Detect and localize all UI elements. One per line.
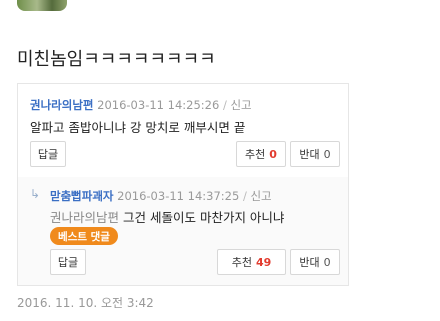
downvote-button[interactable]: 반대 0 bbox=[290, 141, 340, 167]
comment-text: 그건 세돌이도 마찬가지 아니냐 bbox=[123, 210, 285, 225]
comment-timestamp: 2016-03-11 14:25:26 bbox=[97, 98, 220, 112]
downvote-count: 0 bbox=[323, 255, 331, 269]
comment-text-line: 권나라의남편 그건 세돌이도 마찬가지 아니냐 bbox=[50, 207, 284, 226]
upvote-count: 0 bbox=[269, 147, 277, 161]
comment-text: 알파고 좀밥아니냐 강 망치로 깨부시면 끝 bbox=[30, 120, 246, 135]
downvote-button[interactable]: 반대 0 bbox=[290, 249, 340, 275]
comment-timestamp: 2016-03-11 14:37:25 bbox=[117, 189, 240, 203]
upvote-label: 추천 bbox=[245, 148, 266, 161]
comment-page: 미친놈임ㅋㅋㅋㅋㅋㅋㅋㅋ 권나라의남편 2016-03-11 14:25:26 … bbox=[0, 0, 440, 321]
comments-section: 권나라의남편 2016-03-11 14:25:26 / 신고 알파고 좀밥아니… bbox=[17, 83, 349, 286]
comment-author[interactable]: 맏춤뻡파괘자 bbox=[50, 189, 113, 203]
reply-comment: ↳ 맏춤뻡파괘자 2016-03-11 14:37:25 / 신고 권나라의남편… bbox=[18, 177, 348, 285]
post-title: 미친놈임ㅋㅋㅋㅋㅋㅋㅋㅋ bbox=[17, 49, 216, 70]
reply-button[interactable]: 답글 bbox=[30, 141, 66, 167]
report-link[interactable]: 신고 bbox=[230, 98, 251, 112]
upvote-label: 추천 bbox=[231, 256, 252, 269]
comment-meta: 맏춤뻡파괘자 2016-03-11 14:37:25 / 신고 bbox=[50, 188, 272, 204]
image-thumbnail bbox=[17, 0, 67, 11]
comment: 권나라의남편 2016-03-11 14:25:26 / 신고 알파고 좀밥아니… bbox=[18, 84, 348, 178]
downvote-count: 0 bbox=[323, 147, 331, 161]
comment-meta: 권나라의남편 2016-03-11 14:25:26 / 신고 bbox=[30, 97, 252, 113]
reply-button[interactable]: 답글 bbox=[50, 249, 86, 275]
downvote-label: 반대 bbox=[299, 148, 320, 161]
comment-author[interactable]: 권나라의남편 bbox=[30, 98, 93, 112]
upvote-button[interactable]: 추천 49 bbox=[217, 249, 286, 275]
meta-separator: / bbox=[242, 189, 247, 203]
downvote-label: 반대 bbox=[299, 256, 320, 269]
best-comment-badge: 베스트 댓글 bbox=[50, 227, 118, 245]
meta-separator: / bbox=[222, 98, 227, 112]
reply-arrow-icon: ↳ bbox=[30, 187, 41, 201]
report-link[interactable]: 신고 bbox=[250, 189, 271, 203]
post-date: 2016. 11. 10. 오전 3:42 bbox=[17, 296, 154, 310]
upvote-count: 49 bbox=[255, 255, 272, 269]
reply-mention[interactable]: 권나라의남편 bbox=[50, 210, 119, 225]
upvote-button[interactable]: 추천 0 bbox=[236, 141, 286, 167]
